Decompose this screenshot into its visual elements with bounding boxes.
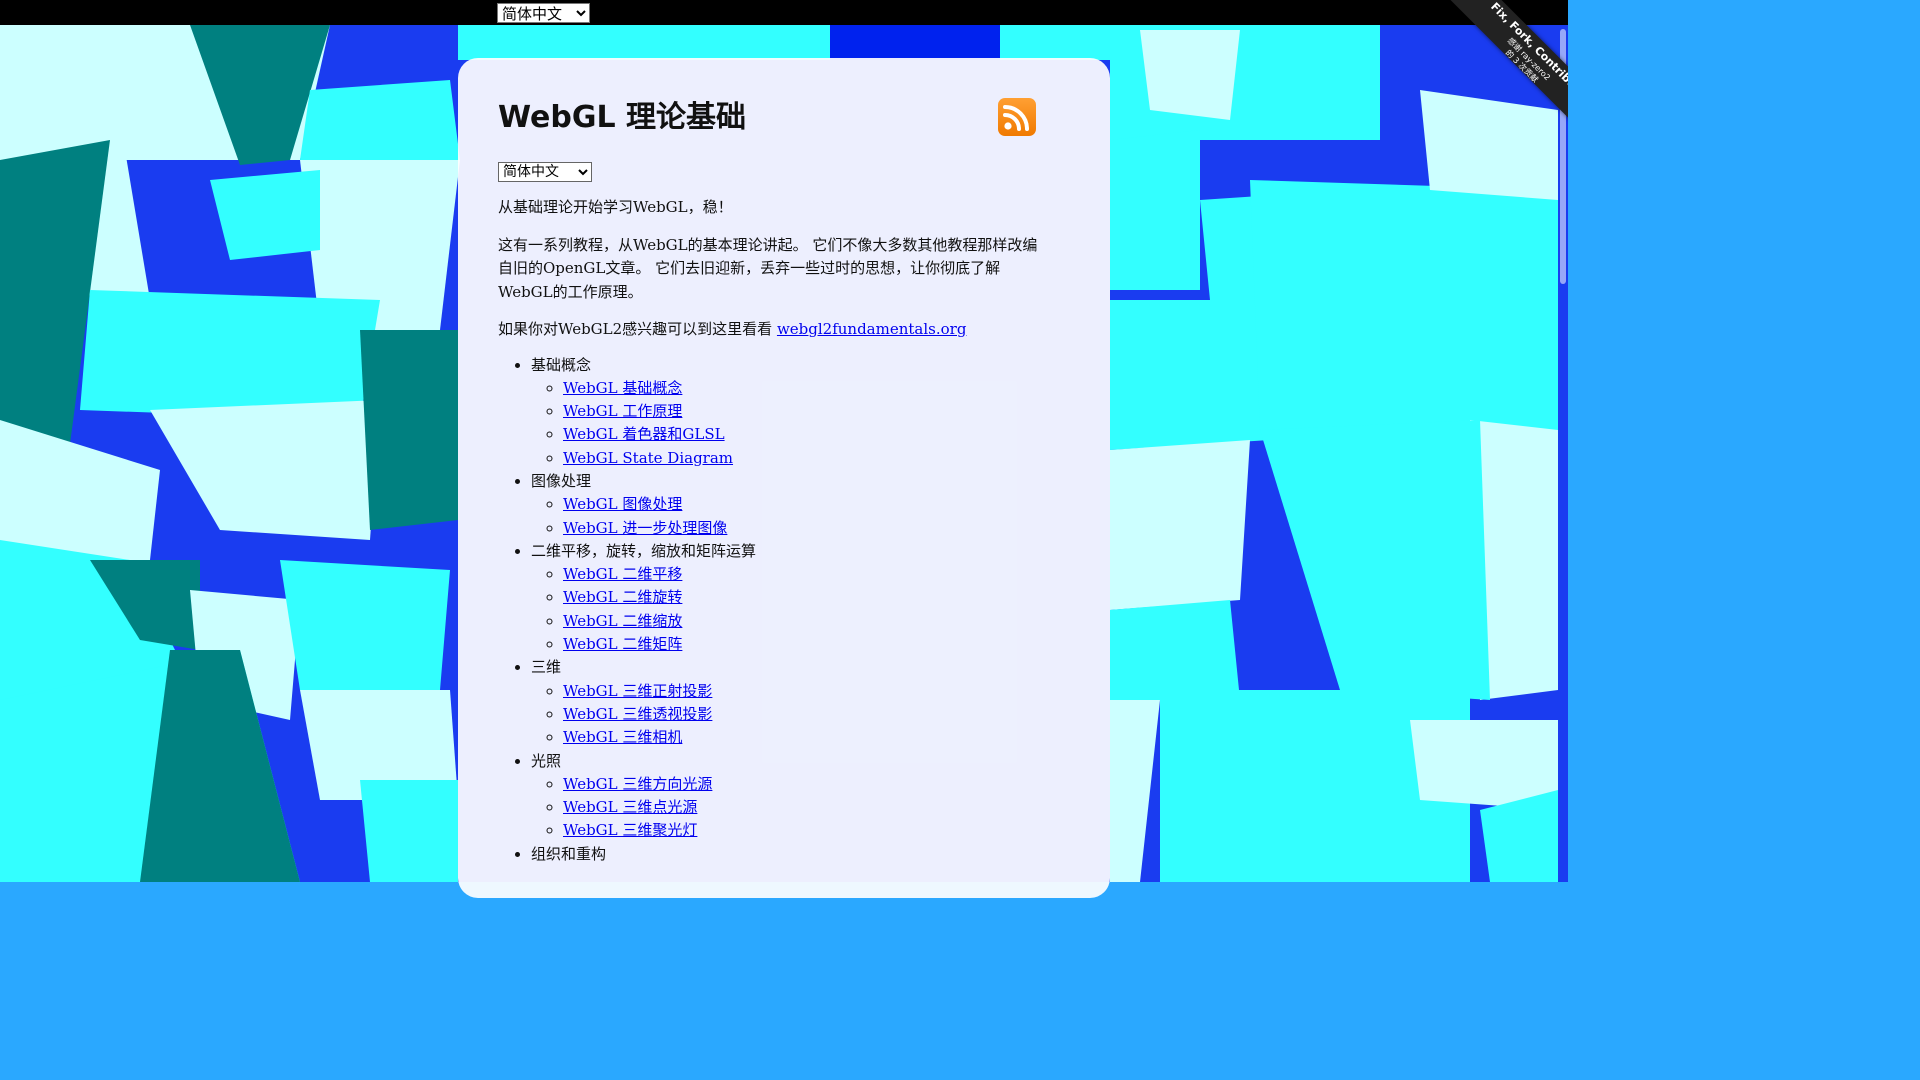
toc-section: 组织和重构 (531, 843, 1070, 866)
toc-item: WebGL 三维透视投影 (563, 703, 1070, 726)
toc-link[interactable]: WebGL 三维方向光源 (563, 775, 712, 793)
toc-link[interactable]: WebGL 三维点光源 (563, 798, 697, 816)
toc-link[interactable]: WebGL 三维聚光灯 (563, 821, 697, 839)
toc-item: WebGL 工作原理 (563, 400, 1070, 423)
toc-link[interactable]: WebGL 基础概念 (563, 379, 682, 397)
toc-sublist: WebGL 二维平移 WebGL 二维旋转 WebGL 二维缩放 WebGL 二维矩阵 (531, 563, 1070, 656)
toc-link[interactable]: WebGL 三维正射投影 (563, 682, 712, 700)
toc-item: WebGL 着色器和GLSL (563, 423, 1070, 446)
toc-link[interactable]: WebGL 二维旋转 (563, 588, 682, 606)
toc-sublist: WebGL 图像处理 WebGL 进一步处理图像 (531, 493, 1070, 540)
toc-link[interactable]: WebGL 工作原理 (563, 402, 682, 420)
toc-item: WebGL 图像处理 (563, 493, 1070, 516)
top-bar: 简体中文 (0, 0, 1568, 25)
toc-section-label: 基础概念 (531, 355, 592, 374)
github-ribbon[interactable]: Fix, Fork, Contribute 感谢 ray-zero2 的 3 次… (1388, 0, 1568, 180)
toc-item: WebGL 三维点光源 (563, 796, 1070, 819)
table-of-contents: 基础概念WebGL 基础概念WebGL 工作原理WebGL 着色器和GLSLWe… (498, 354, 1070, 867)
toc-section-label: 组织和重构 (531, 844, 607, 863)
toc-link[interactable]: WebGL 着色器和GLSL (563, 425, 725, 443)
webgl2-link[interactable]: webgl2fundamentals.org (777, 320, 966, 338)
toc-item: WebGL 二维平移 (563, 563, 1070, 586)
toc-sublist: WebGL 基础概念 WebGL 工作原理 WebGL 着色器和GLSL WebGL … (531, 377, 1070, 470)
toc-section: 光照WebGL 三维方向光源 WebGL 三维点光源 WebGL 三维聚光灯 (531, 750, 1070, 843)
toc-item: WebGL 进一步处理图像 (563, 517, 1070, 540)
toc-section-label: 二维平移，旋转，缩放和矩阵运算 (531, 541, 757, 560)
toc-section-label: 图像处理 (531, 471, 592, 490)
toc-link[interactable]: WebGL 进一步处理图像 (563, 519, 727, 537)
rss-icon[interactable] (998, 98, 1036, 136)
toc-item: WebGL 二维旋转 (563, 586, 1070, 609)
intro-tagline: 从基础理论开始学习WebGL，稳！ (498, 198, 733, 216)
toc-link[interactable]: WebGL State Diagram (563, 449, 733, 467)
page-title: WebGL 理论基础 (498, 100, 747, 135)
toc-section: 三维WebGL 三维正射投影 WebGL 三维透视投影 WebGL 三维相机 (531, 656, 1070, 749)
toc-item: WebGL 三维正射投影 (563, 680, 1070, 703)
toc-section-label: 光照 (531, 751, 562, 770)
language-select-top[interactable]: 简体中文 (497, 3, 590, 23)
toc-sublist: WebGL 三维方向光源 WebGL 三维点光源 WebGL 三维聚光灯 (531, 773, 1070, 843)
toc-link[interactable]: WebGL 图像处理 (563, 495, 682, 513)
toc-item: WebGL 二维矩阵 (563, 633, 1070, 656)
rss-glyph-icon (1003, 105, 1029, 131)
toc-item: WebGL 三维方向光源 (563, 773, 1070, 796)
language-select[interactable]: 简体中文 (498, 162, 592, 182)
toc-sublist: WebGL 三维正射投影 WebGL 三维透视投影 WebGL 三维相机 (531, 680, 1070, 750)
toc-section-label: 三维 (531, 658, 562, 677)
toc-item: WebGL 二维缩放 (563, 610, 1070, 633)
toc-link[interactable]: WebGL 二维缩放 (563, 612, 682, 630)
toc-link[interactable]: WebGL 三维相机 (563, 728, 682, 746)
toc-section: 图像处理 WebGL 图像处理 WebGL 进一步处理图像 (531, 470, 1070, 540)
toc-section: 二维平移，旋转，缩放和矩阵运算WebGL 二维平移WebGL 二维旋转WebGL… (531, 540, 1070, 656)
main-content-panel: WebGL 理论基础 简体中文 从基础理论开始学习WebGL，稳！ 这有一系列教… (458, 58, 1110, 898)
toc-item: WebGL State Diagram (563, 447, 1070, 470)
toc-link[interactable]: WebGL 二维矩阵 (563, 635, 682, 653)
intro-description: 这有一系列教程，从WebGL的基本理论讲起。 它们不像大多数其他教程那样改编自旧… (498, 235, 1038, 301)
toc-section: 基础概念WebGL 基础概念WebGL 工作原理WebGL 着色器和GLSLWe… (531, 354, 1070, 470)
toc-link[interactable]: WebGL 二维平移 (563, 565, 682, 583)
toc-item: WebGL 三维相机 (563, 726, 1070, 749)
webgl2-note-text: 如果你对WebGL2感兴趣可以到这里看看 (498, 320, 777, 338)
toc-item: WebGL 基础概念 (563, 377, 1070, 400)
toc-item: WebGL 三维聚光灯 (563, 819, 1070, 842)
webgl2-note: 如果你对WebGL2感兴趣可以到这里看看 webgl2fundamentals.… (498, 318, 1043, 342)
fork-ribbon[interactable]: Fix, Fork, Contribute 感谢 ray-zero2 的 3 次… (1427, 0, 1568, 161)
toc-link[interactable]: WebGL 三维透视投影 (563, 705, 712, 723)
